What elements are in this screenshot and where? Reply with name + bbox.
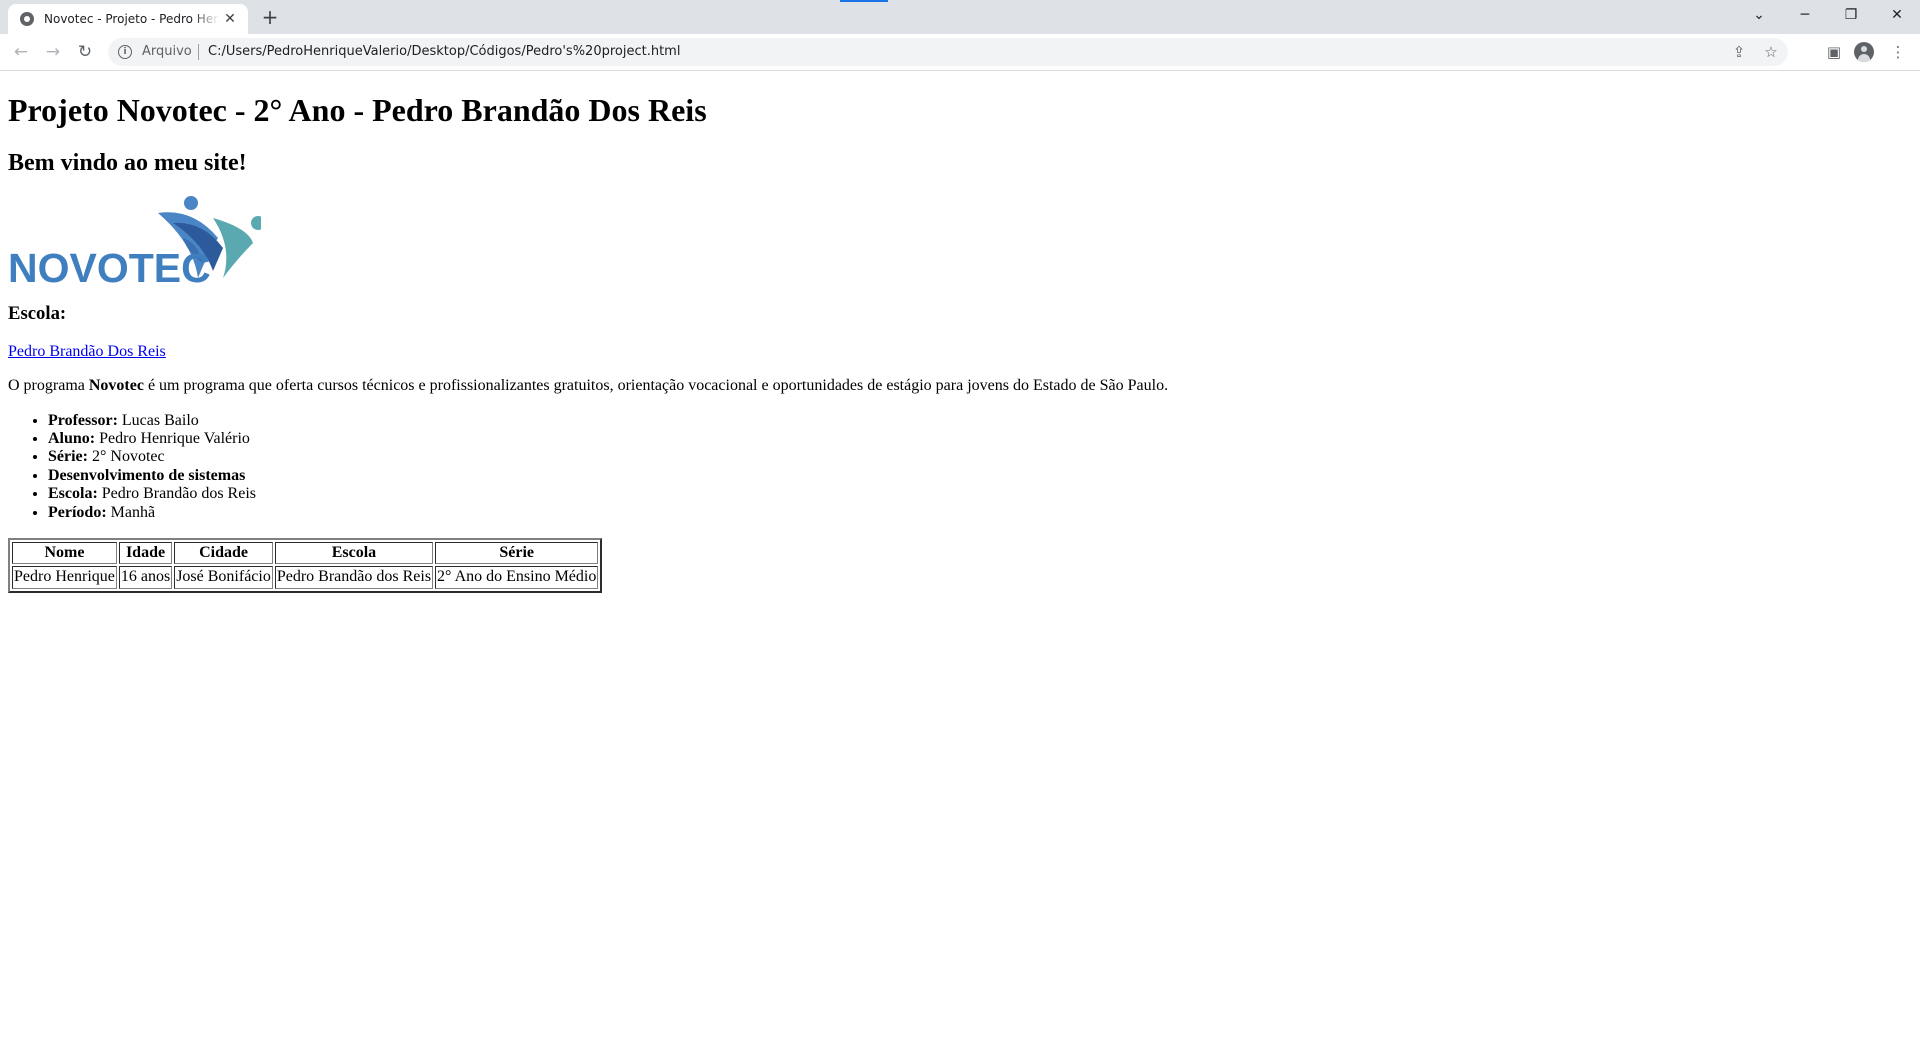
table-header-nome: Nome [12,542,117,565]
side-panel-icon[interactable]: ▣ [1822,40,1846,64]
student-table: Nome Idade Cidade Escola Série Pedro Hen… [8,538,603,593]
list-item-value: Pedro Brandão dos Reis [97,485,256,503]
restore-button[interactable]: ❐ [1828,0,1874,30]
page-title: Projeto Novotec - 2° Ano - Pedro Brandão… [8,92,707,128]
description-bold-novotec: Novotec [88,377,144,395]
escola-heading: Escola: [8,303,67,325]
list-item-value: Manhã [106,503,156,521]
tab-close-icon[interactable]: ✕ [222,11,238,27]
globe-icon [20,12,34,26]
url-text[interactable]: C:/Users/PedroHenriqueValerio/Desktop/Có… [208,44,680,59]
table-row: Pedro Henrique 16 anos José Bonifácio Pe… [12,566,599,589]
list-item-value: Lucas Bailo [117,411,199,429]
list-item-escola: Escola: Pedro Brandão dos Reis [48,485,1908,503]
forward-button[interactable]: → [41,40,65,64]
list-item-label: Escola: [48,485,98,503]
table-cell-nome: Pedro Henrique [12,566,117,589]
tab-title: Novotec - Projeto - Pedro Henrique [44,12,219,26]
address-bar-divider [198,44,199,60]
close-window-button[interactable]: ✕ [1874,0,1920,30]
list-item-value: Pedro Henrique Valério [95,430,250,448]
list-item-label: Aluno: [48,430,96,448]
chevron-down-icon[interactable]: ⌄ [1736,0,1782,30]
list-item-label: Desenvolvimento de sistemas [48,466,246,484]
more-menu-icon[interactable]: ⋮ [1886,40,1910,64]
list-item-professor: Professor: Lucas Bailo [48,412,1908,430]
share-icon[interactable]: ⇪ [1728,41,1750,63]
description-end: é um programa que oferta cursos técnicos… [143,377,1169,395]
back-button[interactable]: ← [9,40,33,64]
list-item-curso: Desenvolvimento de sistemas [48,467,1908,485]
table-header-escola: Escola [274,542,434,565]
table-header-serie: Série [435,542,599,565]
list-item-label: Período: [48,503,107,521]
description-start: O programa [8,377,89,395]
minimize-button[interactable]: ─ [1782,0,1828,30]
address-bar-scheme-label: Arquivo [142,44,192,59]
new-tab-button[interactable]: + [258,6,282,30]
table-cell-escola: Pedro Brandão dos Reis [274,566,434,589]
school-link[interactable]: Pedro Brandão Dos Reis [8,343,166,360]
list-item-aluno: Aluno: Pedro Henrique Valério [48,430,1908,448]
browser-toolbar: ← → ↻ i Arquivo C:/Users/PedroHenriqueVa… [0,34,1920,71]
tab-strip-indicator [840,0,888,2]
table-cell-serie: 2° Ano do Ensino Médio [435,566,599,589]
table-header-cidade: Cidade [174,542,273,565]
reload-button[interactable]: ↻ [73,40,97,64]
page-body: Projeto Novotec - 2° Ano - Pedro Brandão… [8,71,1908,593]
profile-avatar-icon[interactable] [1854,42,1874,62]
table-header-row: Nome Idade Cidade Escola Série [12,542,599,565]
list-item-periodo: Período: Manhã [48,504,1908,522]
info-list: Professor: Lucas Bailo Aluno: Pedro Henr… [8,412,1908,522]
list-item-value: 2° Novotec [87,448,165,466]
novotec-logo: NOVOTEC [8,196,261,285]
page-subtitle: Bem vindo ao meu site! [8,149,247,176]
table-header-idade: Idade [118,542,173,565]
table-cell-idade: 16 anos [118,566,173,589]
address-bar[interactable]: i Arquivo C:/Users/PedroHenriqueValerio/… [108,38,1788,66]
logo-text: NOVOTEC [8,245,211,285]
school-link-paragraph: Pedro Brandão Dos Reis [8,343,1908,361]
list-item-label: Série: [48,448,88,466]
bookmark-star-icon[interactable]: ☆ [1760,41,1782,63]
table-cell-cidade: José Bonifácio [174,566,273,589]
web-page: Projeto Novotec - 2° Ano - Pedro Brandão… [0,71,1920,1041]
list-item-label: Professor: [48,411,118,429]
tab-active[interactable]: Novotec - Projeto - Pedro Henrique ✕ [8,4,248,34]
info-icon[interactable]: i [118,45,132,59]
program-description: O programa Novotec é um programa que ofe… [8,377,1908,395]
title-bar: Novotec - Projeto - Pedro Henrique ✕ + ⌄… [0,0,1920,34]
list-item-serie: Série: 2° Novotec [48,448,1908,466]
